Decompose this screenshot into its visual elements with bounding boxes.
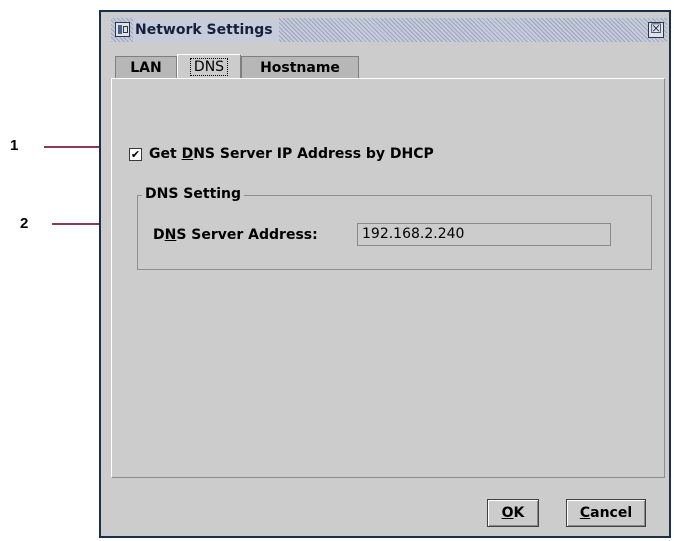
dhcp-dns-option[interactable]: ✔ Get DNS Server IP Address by DHCP [129, 146, 434, 162]
tab-label: LAN [130, 60, 162, 76]
dns-server-address-label: DNS Server Address: [153, 227, 318, 243]
dhcp-dns-checkbox[interactable]: ✔ [129, 147, 142, 161]
close-icon[interactable]: ☒ [648, 22, 664, 38]
dns-server-address-field[interactable]: 192.168.2.240 [357, 223, 611, 246]
dhcp-dns-label: Get DNS Server IP Address by DHCP [149, 146, 434, 162]
group-title: DNS Setting [142, 186, 245, 202]
dns-tab-panel [111, 78, 665, 478]
tab-lan[interactable]: LAN [115, 56, 177, 78]
tab-hostname[interactable]: Hostname [241, 56, 359, 78]
callout-number-2: 2 [20, 215, 29, 232]
network-app-icon [115, 22, 130, 37]
network-settings-dialog: Network Settings ☒ LAN DNS Hostname ✔ Ge… [99, 10, 671, 538]
tab-label: Hostname [260, 60, 340, 76]
tab-label: DNS [189, 58, 229, 76]
callout-number-1: 1 [10, 137, 19, 154]
cancel-button[interactable]: Cancel [566, 499, 646, 527]
ok-button[interactable]: OK [487, 499, 539, 527]
title-bar[interactable]: Network Settings ☒ [111, 18, 667, 42]
tab-dns[interactable]: DNS [177, 54, 241, 78]
window-title: Network Settings [133, 18, 279, 42]
